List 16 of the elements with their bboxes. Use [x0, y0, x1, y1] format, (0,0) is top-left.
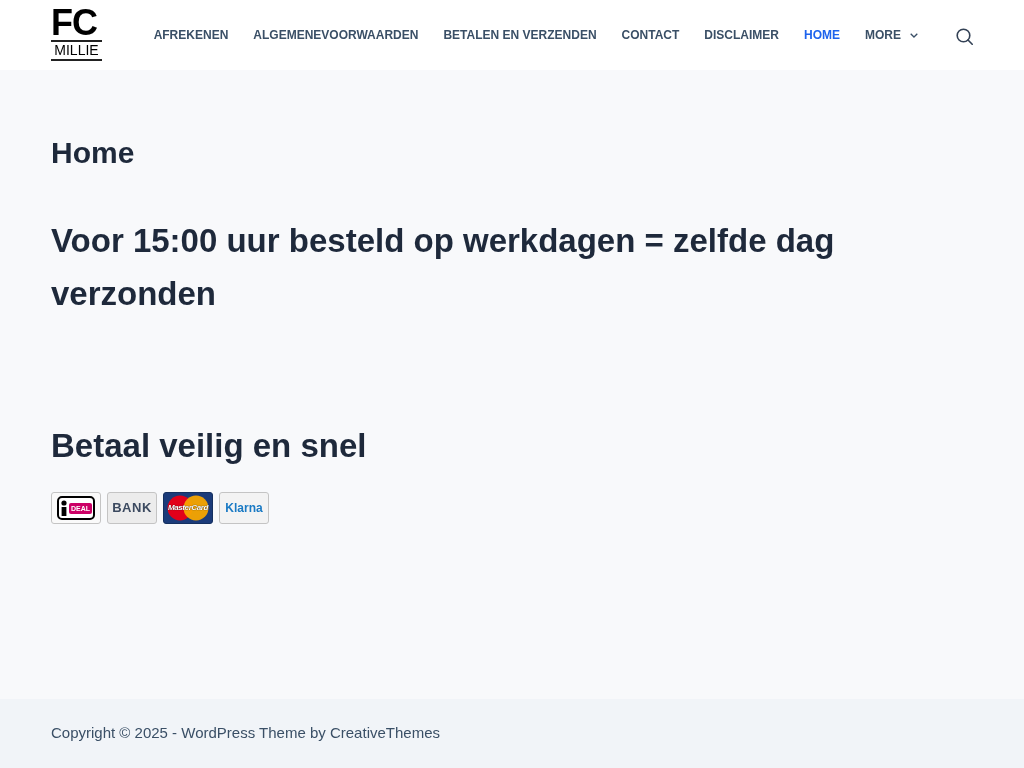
section-heading: Betaal veilig en snel: [51, 426, 368, 466]
nav-link[interactable]: MORE: [865, 26, 901, 44]
nav-link[interactable]: BETALEN EN VERZENDEN: [443, 26, 597, 44]
payment-logo-text: Klarna: [225, 500, 263, 517]
payment-logo-text: BANK: [112, 499, 152, 518]
nav-link[interactable]: AFREKENEN: [153, 26, 229, 44]
headline: Voor 15:00 uur besteld op werkdagen = zelfde dag verzonden: [51, 221, 836, 314]
nav-link[interactable]: CONTACT: [621, 26, 680, 44]
caret-icon[interactable]: [910, 32, 918, 38]
nav-link[interactable]: DISCLAIMER: [704, 26, 779, 44]
search-icon[interactable]: [956, 27, 973, 45]
copyright-text: Copyright © 2025 - WordPress Theme by CreativeThemes: [51, 723, 440, 744]
nav-link[interactable]: ALGEMENEVOORWAARDEN: [253, 26, 419, 44]
page-title: Home: [51, 135, 136, 171]
nav-link[interactable]: HOME: [804, 26, 840, 44]
site-logo[interactable]: FC MILLIE: [51, 7, 102, 61]
